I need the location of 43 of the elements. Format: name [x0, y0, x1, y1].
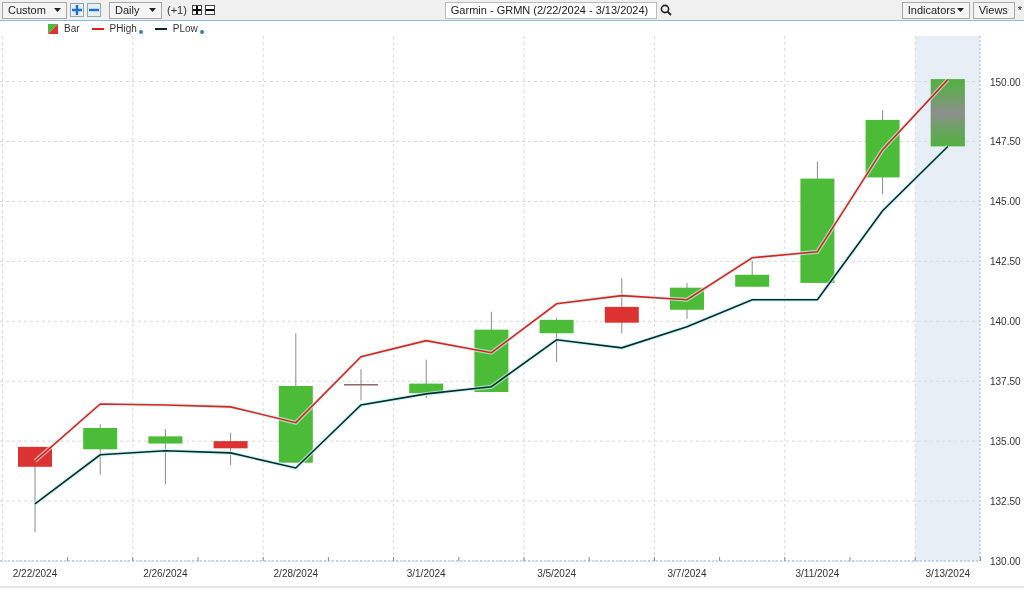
- caret-icon: [149, 8, 156, 12]
- remove-button[interactable]: [204, 5, 215, 15]
- legend-label: PLow: [172, 22, 198, 36]
- search-icon[interactable]: [659, 4, 672, 16]
- candlestick: [670, 282, 704, 320]
- bar-legend-icon: [48, 23, 58, 34]
- y-axis-label: 150.00: [990, 76, 1021, 88]
- dropdown[interactable]: Views: [972, 1, 1015, 19]
- x-axis-label: 2/26/2024: [143, 568, 188, 579]
- legend-label: PHigh: [109, 22, 137, 36]
- x-axis-label: 2/22/2024: [12, 568, 58, 579]
- x-axis-label: 3/5/2024: [537, 568, 577, 579]
- y-axis-label: 135.00: [990, 436, 1021, 448]
- x-axis-label: 3/7/2024: [667, 568, 707, 579]
- candlestick: [539, 317, 574, 363]
- minus-icon: [205, 6, 214, 14]
- y-axis-label: 132.50: [990, 496, 1021, 508]
- dropdown[interactable]: Indicators: [901, 1, 970, 19]
- y-axis-label: 147.50: [990, 136, 1021, 148]
- modified-mark: *: [1017, 4, 1022, 16]
- candlestick: [409, 359, 444, 399]
- y-axis-label: 130.00: [990, 556, 1021, 567]
- y-axis-label: 137.50: [990, 376, 1021, 388]
- x-axis-label: 3/1/2024: [406, 568, 446, 579]
- x-axis-label: 2/28/2024: [273, 568, 319, 579]
- y-axis-label: 142.50: [990, 256, 1021, 268]
- candlestick: [148, 428, 183, 485]
- y-axis-label: 140.00: [990, 316, 1021, 328]
- offset-label: (+1): [167, 2, 187, 18]
- candlestick: [83, 423, 118, 476]
- candlestick: [604, 277, 639, 334]
- y-axis-label: 145.00: [990, 196, 1021, 208]
- caret-icon: [54, 8, 61, 12]
- candlestick: [735, 260, 770, 288]
- title-field[interactable]: Garmin - GRMN (2/22/2024 - 3/13/2024): [444, 1, 657, 19]
- x-axis-label: 3/13/2024: [925, 568, 971, 579]
- dropdown[interactable]: Custom: [2, 1, 67, 19]
- dropdown[interactable]: Daily: [109, 1, 162, 19]
- candlestick: [213, 432, 248, 466]
- legend-label: Bar: [64, 22, 80, 36]
- candlestick: [343, 368, 379, 401]
- caret-icon: [956, 8, 964, 12]
- x-axis-label: 3/11/2024: [795, 568, 840, 579]
